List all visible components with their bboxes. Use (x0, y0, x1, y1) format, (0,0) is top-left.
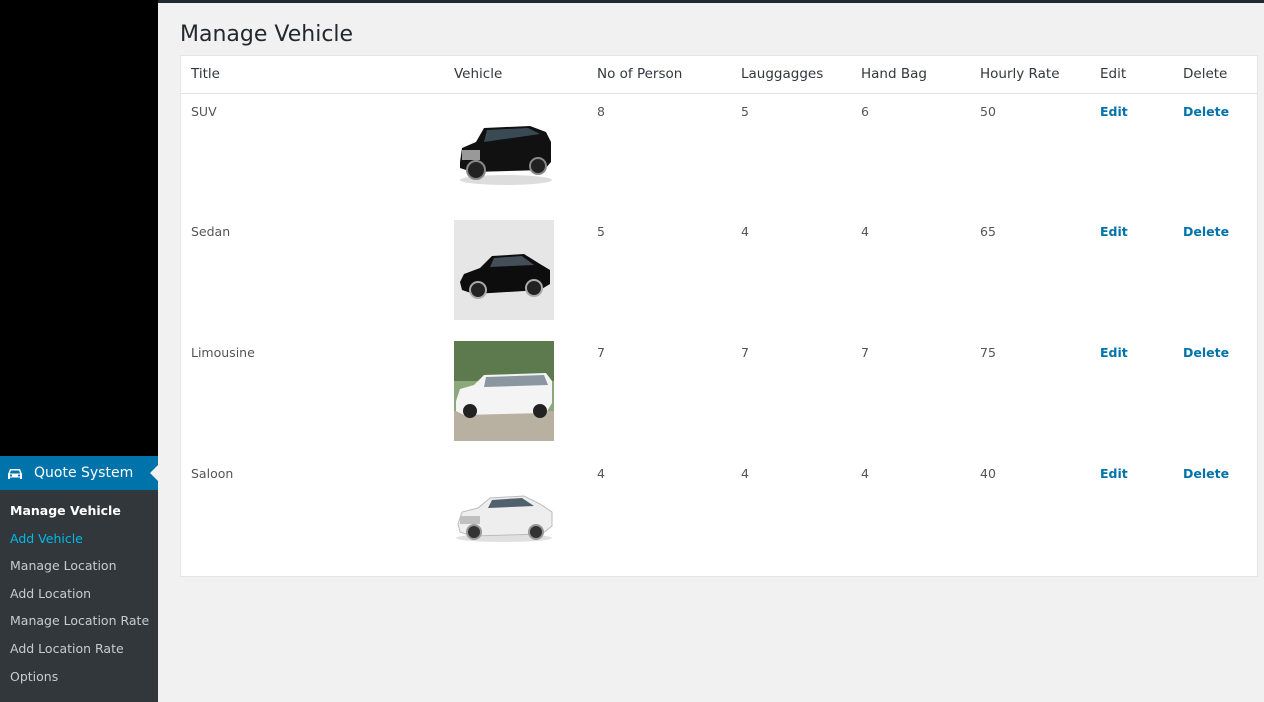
vehicle-image-suv (454, 99, 554, 200)
persons-count: 5 (597, 224, 605, 239)
menu-item-quote-system[interactable]: Quote System (0, 456, 158, 490)
luggages-count: 4 (741, 224, 749, 239)
edit-link[interactable]: Edit (1100, 345, 1128, 360)
vehicle-table: Title Vehicle No of Person Lauggagges Ha… (181, 56, 1257, 577)
car-icon (7, 466, 23, 480)
column-header-delete: Delete (1173, 56, 1257, 94)
table-row: Sedan 5 4 4 65 Edit Delete (181, 214, 1257, 335)
vehicle-title: Limousine (191, 345, 255, 360)
column-header-edit: Edit (1090, 56, 1173, 94)
edit-link[interactable]: Edit (1100, 466, 1128, 481)
hand-bag-count: 6 (861, 103, 869, 119)
delete-link[interactable]: Delete (1183, 345, 1229, 360)
vehicle-title: SUV (191, 103, 217, 119)
luggages-count: 4 (741, 466, 749, 481)
hand-bag-count: 4 (861, 224, 869, 239)
hourly-rate: 65 (980, 224, 996, 239)
persons-count: 7 (597, 345, 605, 360)
hand-bag-count: 4 (861, 466, 869, 481)
submenu-manage-location-rate[interactable]: Manage Location Rate (0, 607, 158, 635)
column-header-no-of-person: No of Person (587, 56, 731, 94)
submenu-manage-location[interactable]: Manage Location (0, 552, 158, 580)
column-header-hourly-rate: Hourly Rate (970, 56, 1090, 94)
delete-link[interactable]: Delete (1183, 466, 1229, 481)
column-header-hand-bag: Hand Bag (851, 56, 970, 94)
hourly-rate: 50 (980, 103, 996, 119)
page-title: Manage Vehicle (180, 22, 354, 47)
submenu-add-location[interactable]: Add Location (0, 580, 158, 608)
luggages-count: 7 (741, 345, 749, 360)
vehicle-image-saloon (454, 462, 554, 562)
admin-sidebar: Quote System Manage Vehicle Add Vehicle … (0, 0, 158, 702)
column-header-luggages: Lauggagges (731, 56, 851, 94)
luggages-count: 5 (741, 103, 749, 119)
hourly-rate: 75 (980, 345, 996, 360)
delete-link[interactable]: Delete (1183, 224, 1229, 239)
hand-bag-count: 7 (861, 345, 869, 360)
table-header-row: Title Vehicle No of Person Lauggagges Ha… (181, 56, 1257, 94)
column-header-vehicle: Vehicle (444, 56, 587, 94)
submenu-add-vehicle[interactable]: Add Vehicle (0, 525, 158, 553)
admin-top-bar (0, 0, 1264, 3)
table-row: SUV 8 5 6 50 Edit Delete (181, 93, 1257, 214)
table-row: Limousine 7 7 7 75 Edit Delete (181, 335, 1257, 456)
submenu-options[interactable]: Options (0, 663, 158, 691)
submenu-add-location-rate[interactable]: Add Location Rate (0, 635, 158, 663)
persons-count: 4 (597, 466, 605, 481)
column-header-title: Title (181, 56, 444, 94)
submenu-manage-vehicle[interactable]: Manage Vehicle (0, 497, 158, 525)
edit-link[interactable]: Edit (1100, 104, 1128, 119)
quote-system-submenu: Manage Vehicle Add Vehicle Manage Locati… (0, 490, 158, 702)
table-row: Saloon 4 4 4 40 Edit Delete (181, 456, 1257, 577)
current-menu-arrow (150, 465, 158, 481)
delete-link[interactable]: Delete (1183, 104, 1229, 119)
hourly-rate: 40 (980, 466, 996, 481)
menu-item-label: Quote System (34, 465, 134, 481)
edit-link[interactable]: Edit (1100, 224, 1128, 239)
vehicle-title: Saloon (191, 466, 234, 481)
persons-count: 8 (597, 103, 605, 119)
vehicle-image-sedan (454, 220, 554, 320)
vehicle-table-container: Title Vehicle No of Person Lauggagges Ha… (180, 55, 1258, 577)
vehicle-title: Sedan (191, 224, 231, 239)
vehicle-image-limousine (454, 341, 554, 441)
